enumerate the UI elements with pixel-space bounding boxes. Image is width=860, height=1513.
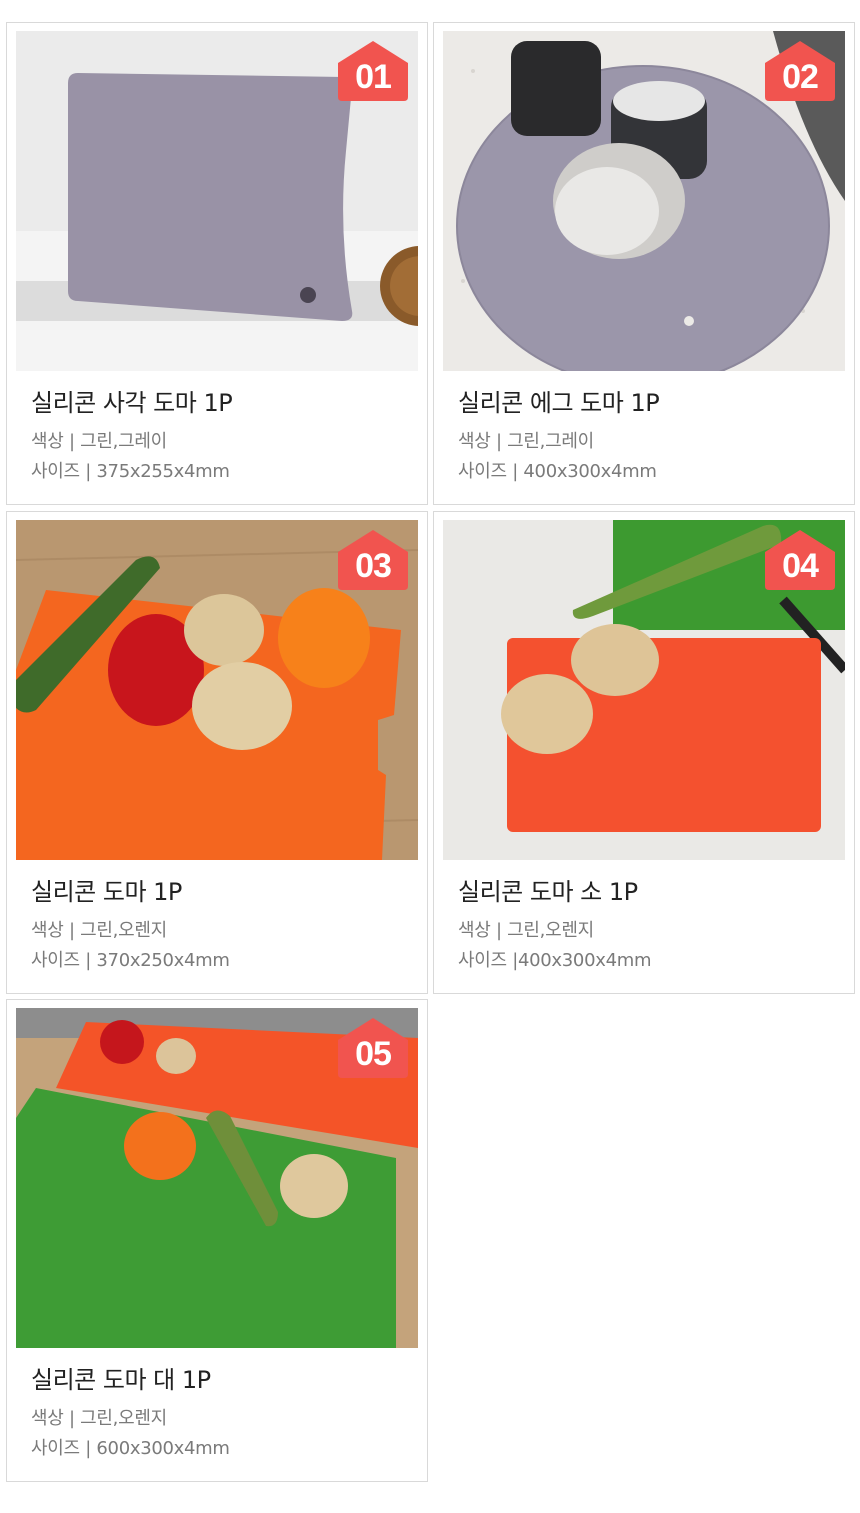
number-badge: 04 xyxy=(765,530,835,590)
product-title[interactable]: 실리콘 도마 1P xyxy=(31,872,182,907)
product-title[interactable]: 실리콘 에그 도마 1P xyxy=(458,383,660,418)
product-title[interactable]: 실리콘 사각 도마 1P xyxy=(31,383,233,418)
product-size: 사이즈 | 600x300x4mm xyxy=(31,1438,230,1459)
product-color: 색상 | 그린,오렌지 xyxy=(31,1408,167,1429)
badge-number: 05 xyxy=(355,1035,392,1073)
product-size: 사이즈 | 400x300x4mm xyxy=(458,461,657,482)
product-card-5[interactable]: 05 실리콘 도마 대 1P 색상 | 그린,오렌지 사이즈 | 600x300… xyxy=(6,999,428,1482)
badge-number: 02 xyxy=(782,58,819,96)
product-photo[interactable]: 03 xyxy=(16,520,418,860)
number-badge: 02 xyxy=(765,41,835,101)
badge-number: 04 xyxy=(782,547,819,585)
product-photo[interactable]: 05 xyxy=(16,1008,418,1348)
product-card-3[interactable]: 03 실리콘 도마 1P 색상 | 그린,오렌지 사이즈 | 370x250x4… xyxy=(6,511,428,994)
product-color: 색상 | 그린,그레이 xyxy=(31,431,167,452)
product-color: 색상 | 그린,오렌지 xyxy=(458,920,594,941)
product-card-2[interactable]: 02 실리콘 에그 도마 1P 색상 | 그린,그레이 사이즈 | 400x30… xyxy=(433,22,855,505)
number-badge: 05 xyxy=(338,1018,408,1078)
product-photo[interactable]: 02 xyxy=(443,31,845,371)
product-color: 색상 | 그린,오렌지 xyxy=(31,920,167,941)
product-size: 사이즈 | 375x255x4mm xyxy=(31,461,230,482)
number-badge: 01 xyxy=(338,41,408,101)
product-title[interactable]: 실리콘 도마 소 1P xyxy=(458,872,638,907)
product-size: 사이즈 | 370x250x4mm xyxy=(31,950,230,971)
badge-number: 01 xyxy=(355,58,392,96)
product-photo[interactable]: 04 xyxy=(443,520,845,860)
product-color: 색상 | 그린,그레이 xyxy=(458,431,594,452)
badge-number: 03 xyxy=(355,547,392,585)
number-badge: 03 xyxy=(338,530,408,590)
product-card-1[interactable]: 01 실리콘 사각 도마 1P 색상 | 그린,그레이 사이즈 | 375x25… xyxy=(6,22,428,505)
product-card-4[interactable]: 04 실리콘 도마 소 1P 색상 | 그린,오렌지 사이즈 |400x300x… xyxy=(433,511,855,994)
product-size: 사이즈 |400x300x4mm xyxy=(458,950,652,971)
product-photo[interactable]: 01 xyxy=(16,31,418,371)
product-title[interactable]: 실리콘 도마 대 1P xyxy=(31,1360,211,1395)
